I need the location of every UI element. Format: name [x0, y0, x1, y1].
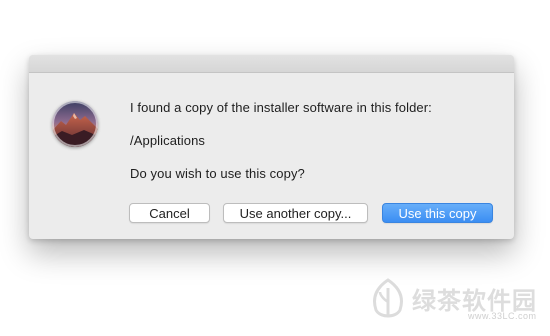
- dialog-question: Do you wish to use this copy?: [130, 166, 305, 181]
- folder-path: /Applications: [130, 133, 206, 148]
- macos-sierra-installer-icon: [52, 101, 98, 147]
- installer-dialog: I found a copy of the installer software…: [29, 55, 514, 239]
- watermark-leaf-icon: [373, 278, 403, 318]
- dialog-titlebar: [29, 55, 514, 73]
- use-this-copy-button[interactable]: Use this copy: [382, 203, 493, 223]
- use-another-copy-button[interactable]: Use another copy...: [223, 203, 368, 223]
- dialog-message: I found a copy of the installer software…: [130, 100, 432, 115]
- watermark-url: www.33LC.com: [468, 311, 537, 321]
- watermark: 绿茶软件园 www.33LC.com: [368, 278, 548, 328]
- cancel-button[interactable]: Cancel: [129, 203, 210, 223]
